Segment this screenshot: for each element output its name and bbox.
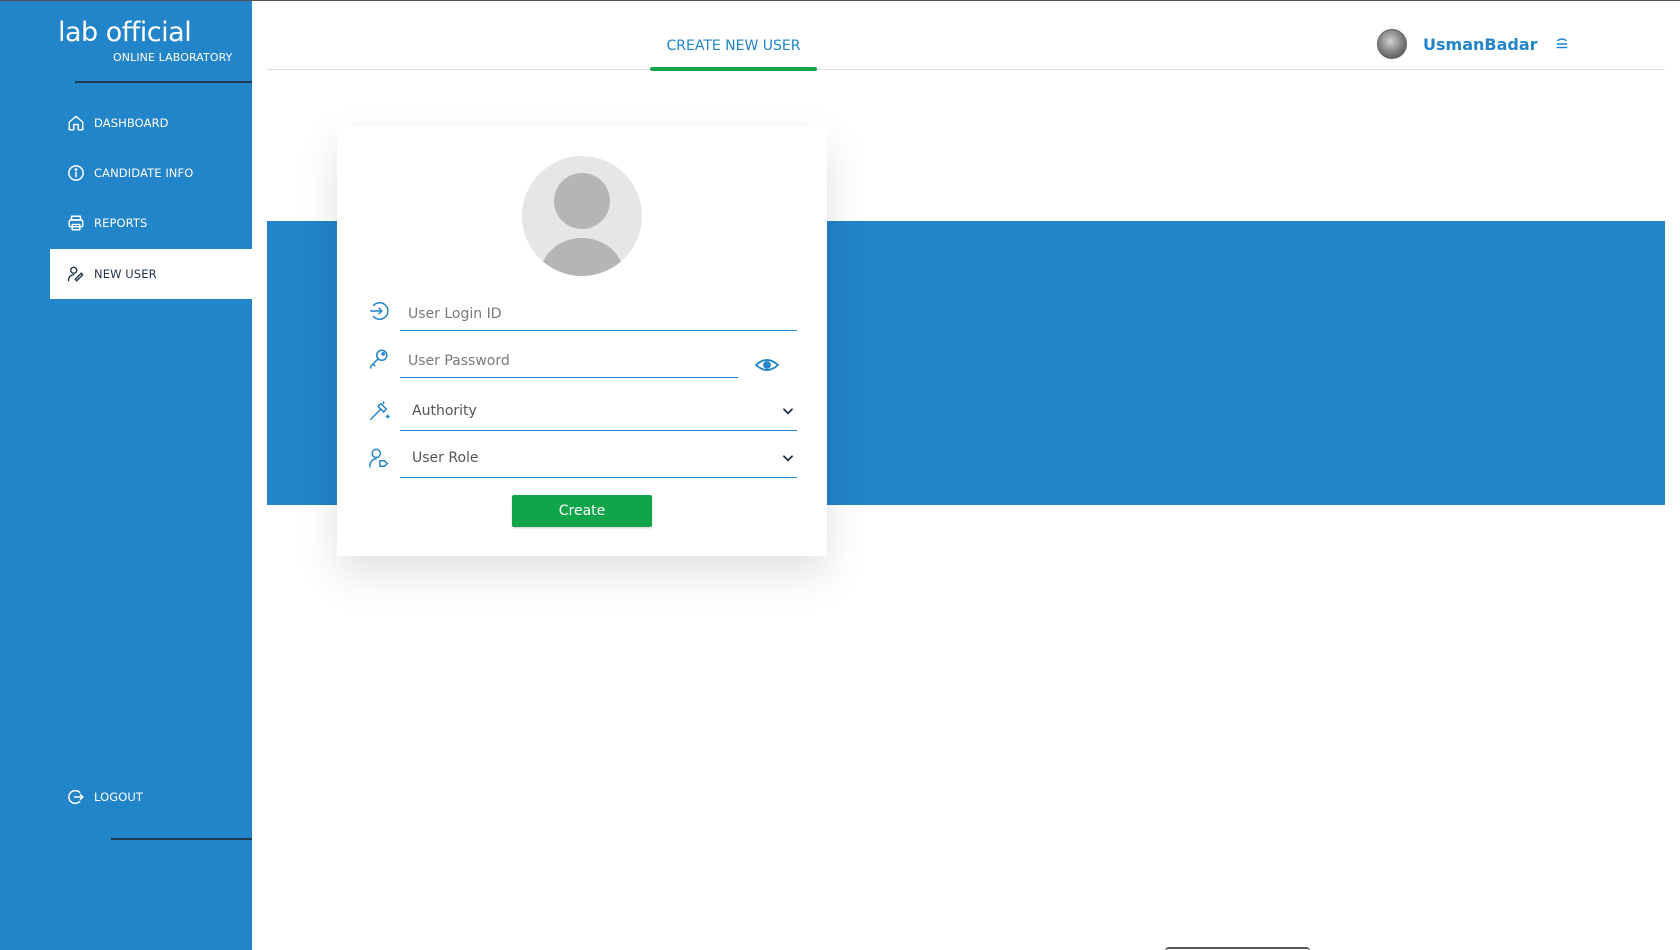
login-id-input[interactable]: [400, 291, 797, 331]
brand-subtitle: ONLINE LABORATORY: [113, 51, 233, 64]
create-user-card: Authority User Role Create: [337, 126, 827, 556]
password-field: [367, 338, 797, 378]
create-button[interactable]: Create: [512, 495, 652, 527]
app-window: lab official ONLINE LABORATORY DASHBOARD…: [0, 0, 1680, 950]
chevron-down-icon: [781, 450, 795, 464]
key-icon: [367, 346, 391, 370]
sidebar: lab official ONLINE LABORATORY DASHBOARD…: [0, 1, 252, 950]
user-placeholder-avatar: [522, 156, 642, 276]
login-id-field: [367, 291, 797, 331]
username[interactable]: UsmanBadar: [1423, 35, 1538, 54]
hamburger-icon[interactable]: [1554, 36, 1570, 52]
printer-icon: [67, 214, 85, 232]
authority-field: Authority: [367, 391, 797, 431]
user-tag-icon: [367, 446, 391, 470]
sidebar-item-label: REPORTS: [94, 216, 148, 230]
sidebar-item-label: NEW USER: [94, 267, 157, 281]
sidebar-item-label: CANDIDATE INFO: [94, 166, 194, 180]
avatar[interactable]: [1377, 29, 1407, 59]
sidebar-item-candidate-info[interactable]: CANDIDATE INFO: [50, 148, 252, 198]
brand-logo[interactable]: lab official ONLINE LABORATORY: [58, 15, 232, 64]
info-icon: [67, 164, 85, 182]
brand-divider: [75, 81, 252, 83]
sidebar-item-reports[interactable]: REPORTS: [50, 198, 252, 248]
sidebar-item-dashboard[interactable]: DASHBOARD: [50, 98, 252, 148]
sidebar-item-label: LOGOUT: [94, 790, 144, 804]
eye-icon[interactable]: [754, 356, 780, 374]
tab-label: CREATE NEW USER: [666, 38, 801, 54]
header-divider: [267, 69, 1665, 70]
authority-select[interactable]: Authority: [400, 391, 797, 431]
user-edit-icon: [67, 265, 85, 283]
home-icon: [67, 114, 85, 132]
logout-divider: [111, 838, 252, 840]
sidebar-item-logout[interactable]: LOGOUT: [50, 772, 252, 822]
magic-wand-icon: [367, 399, 391, 423]
user-profile[interactable]: UsmanBadar: [1377, 29, 1570, 59]
sidebar-item-label: DASHBOARD: [94, 116, 169, 130]
user-role-selected-value: User Role: [412, 450, 479, 466]
brand-title: lab official: [58, 17, 192, 48]
sidebar-item-new-user[interactable]: NEW USER: [50, 249, 252, 299]
tab-create-new-user[interactable]: CREATE NEW USER: [650, 27, 817, 71]
tab-active-indicator: [650, 67, 817, 71]
logout-icon: [67, 788, 85, 806]
user-role-select[interactable]: User Role: [400, 438, 797, 478]
login-icon: [367, 299, 391, 323]
chevron-down-icon: [781, 403, 795, 417]
user-role-field: User Role: [367, 438, 797, 478]
authority-selected-value: Authority: [412, 403, 477, 419]
password-input[interactable]: [400, 338, 738, 378]
